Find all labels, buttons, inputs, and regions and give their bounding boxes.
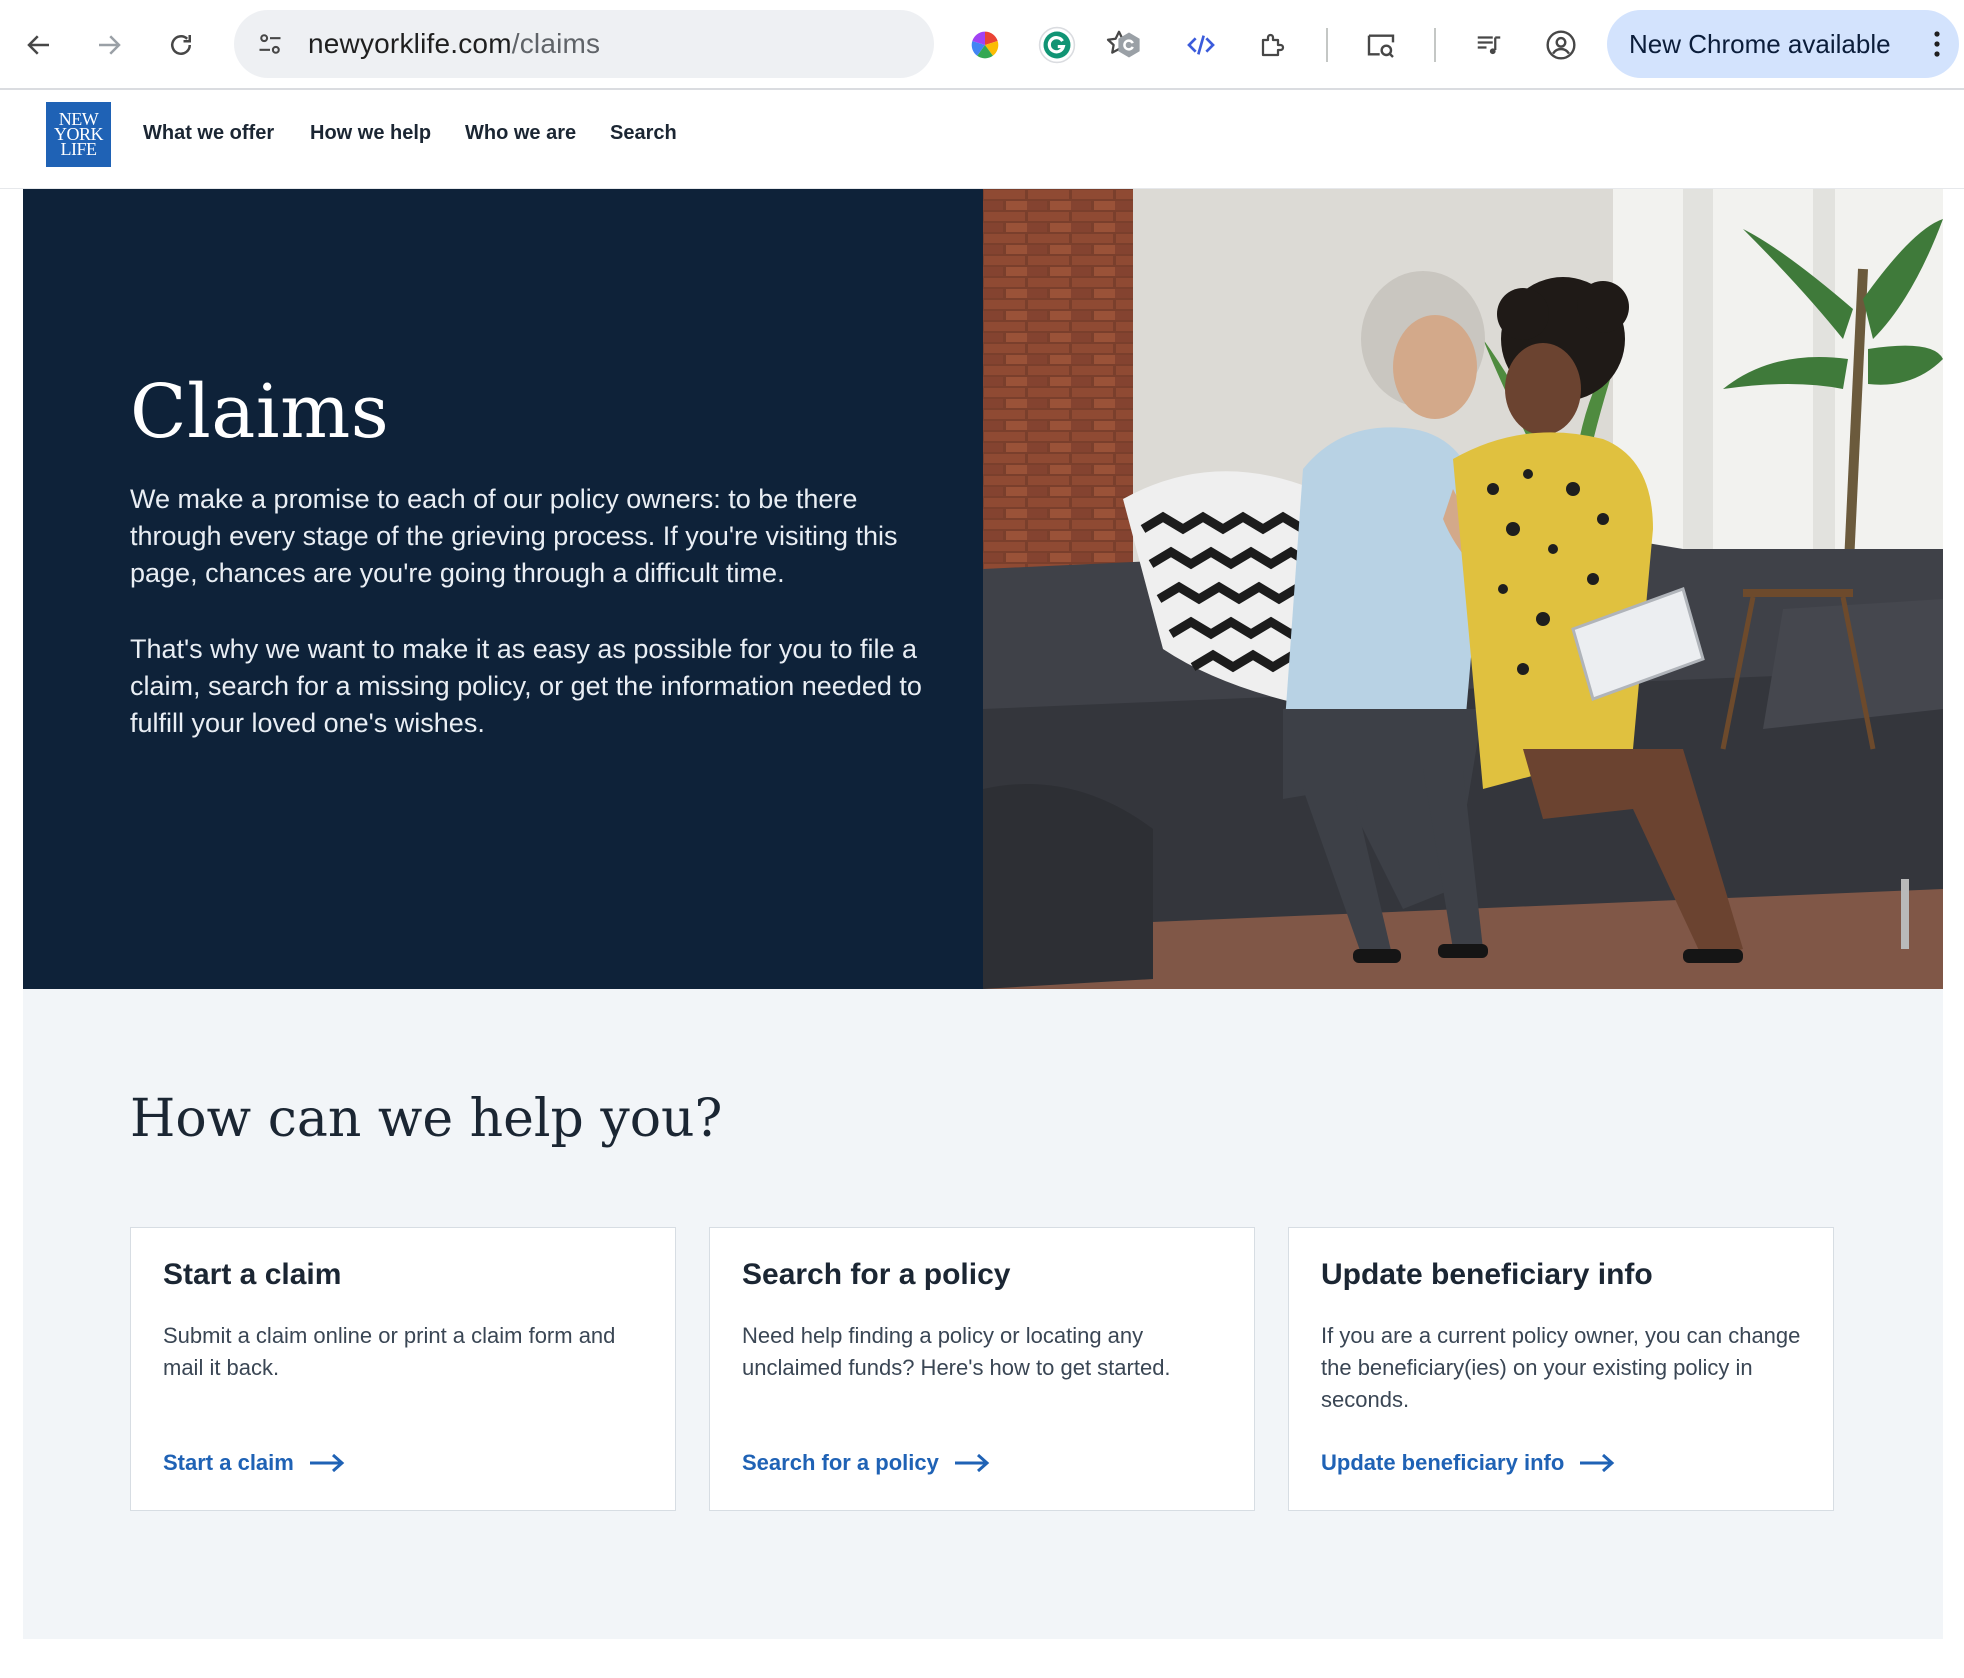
tab-search-button[interactable] bbox=[1358, 22, 1404, 68]
arrow-right-icon bbox=[954, 1453, 990, 1473]
extensions-button[interactable] bbox=[1250, 22, 1296, 68]
back-arrow-icon bbox=[27, 35, 49, 55]
site-header: NEW YORK LIFE What we offer How we help … bbox=[0, 90, 1964, 189]
tab-search-icon bbox=[1367, 34, 1395, 58]
site-info-icon[interactable] bbox=[250, 24, 290, 64]
back-button[interactable] bbox=[16, 22, 62, 68]
search-policy-link[interactable]: Search for a policy bbox=[742, 1450, 991, 1476]
reload-button[interactable] bbox=[158, 22, 204, 68]
hero-paragraph-2: That's why we want to make it as easy as… bbox=[130, 634, 922, 738]
nav-who-we-are[interactable]: Who we are bbox=[465, 122, 576, 145]
media-controls-button[interactable] bbox=[1466, 22, 1512, 68]
account-circle-icon bbox=[1546, 30, 1576, 60]
url-text[interactable]: newyorklife.com/claims bbox=[308, 28, 600, 60]
browser-toolbar: newyorklife.com/claims New Chrome availa… bbox=[0, 0, 1964, 90]
hero-photo bbox=[983, 189, 1943, 989]
section-heading: How can we help you? bbox=[130, 1089, 723, 1149]
nav-how-we-help[interactable]: How we help bbox=[310, 122, 431, 145]
card-title: Search for a policy bbox=[742, 1258, 1011, 1291]
card-title: Start a claim bbox=[163, 1258, 342, 1291]
arrow-right-icon bbox=[309, 1453, 345, 1473]
nav-what-we-offer[interactable]: What we offer bbox=[143, 122, 274, 145]
two-women-on-sofa-illustration bbox=[983, 189, 1943, 989]
hexagon-extension[interactable] bbox=[1106, 22, 1152, 68]
card-body: Submit a claim online or print a claim f… bbox=[163, 1323, 616, 1380]
hero-text-panel: Claims We make a promise to each of our … bbox=[23, 189, 983, 989]
logo-line: LIFE bbox=[60, 139, 98, 159]
hero-section: Claims We make a promise to each of our … bbox=[23, 189, 1943, 989]
page-title: Claims bbox=[130, 369, 390, 455]
forward-arrow-icon bbox=[99, 35, 121, 55]
toolbar-separator bbox=[1434, 28, 1436, 62]
help-section: How can we help you? Start a claim Submi… bbox=[23, 989, 1943, 1639]
start-claim-card[interactable]: Start a claim Submit a claim online or p… bbox=[130, 1227, 676, 1511]
toolbar-separator bbox=[1326, 28, 1328, 62]
update-beneficiary-card[interactable]: Update beneficiary info If you are a cur… bbox=[1288, 1227, 1834, 1511]
hexagon-icon bbox=[1118, 32, 1140, 58]
code-brackets-icon bbox=[1187, 35, 1215, 55]
card-title: Update beneficiary info bbox=[1321, 1258, 1653, 1291]
nav-search[interactable]: Search bbox=[610, 122, 677, 145]
card-body: If you are a current policy owner, you c… bbox=[1321, 1323, 1801, 1412]
playlist-music-icon bbox=[1477, 36, 1501, 55]
reload-icon bbox=[171, 35, 191, 55]
url-path: /claims bbox=[511, 28, 601, 59]
code-extension[interactable] bbox=[1178, 22, 1224, 68]
color-wheel-icon bbox=[971, 31, 999, 59]
new-york-life-logo[interactable]: NEW YORK LIFE bbox=[46, 102, 111, 167]
update-beneficiary-link[interactable]: Update beneficiary info bbox=[1321, 1450, 1616, 1476]
arrow-right-icon bbox=[1580, 1453, 1615, 1473]
card-body: Need help finding a policy or locating a… bbox=[742, 1323, 1171, 1380]
puzzle-icon bbox=[1261, 33, 1285, 57]
url-host: newyorklife.com bbox=[308, 28, 512, 59]
address-bar[interactable]: newyorklife.com/claims bbox=[234, 10, 1132, 78]
grammarly-extension[interactable] bbox=[1034, 22, 1080, 68]
update-chrome-label: New Chrome available bbox=[1629, 28, 1891, 59]
card-link-label: Start a claim bbox=[163, 1450, 294, 1475]
color-picker-extension[interactable] bbox=[962, 22, 1008, 68]
card-link-label: Update beneficiary info bbox=[1321, 1450, 1565, 1475]
hero-paragraph-1: We make a promise to each of our policy … bbox=[130, 484, 898, 588]
start-claim-link[interactable]: Start a claim bbox=[163, 1450, 346, 1476]
profile-button[interactable] bbox=[1538, 22, 1584, 68]
grammarly-icon bbox=[1038, 26, 1076, 64]
forward-button[interactable] bbox=[86, 22, 132, 68]
card-link-label: Search for a policy bbox=[742, 1450, 939, 1475]
search-policy-card[interactable]: Search for a policy Need help finding a … bbox=[709, 1227, 1255, 1511]
update-chrome-button[interactable]: New Chrome available bbox=[1607, 10, 1959, 78]
more-menu-icon[interactable] bbox=[1933, 30, 1941, 58]
